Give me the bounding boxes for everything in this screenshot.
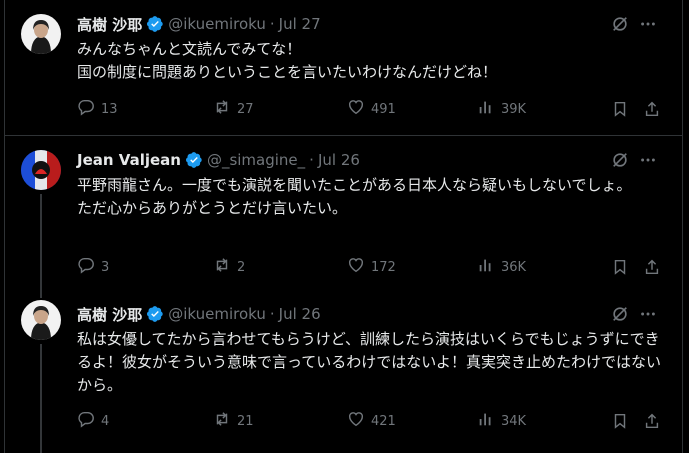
- retweet-count: 2: [237, 259, 246, 275]
- like-button[interactable]: 172: [347, 257, 396, 277]
- thread-line: [40, 284, 42, 298]
- tweet[interactable]: Jean Valjean @_simagine_ · Jul 26 平野雨龍さん…: [5, 136, 682, 290]
- grok-icon[interactable]: [611, 151, 629, 173]
- separator-dot: ·: [309, 151, 314, 169]
- reply-button[interactable]: 13: [77, 99, 118, 119]
- handle[interactable]: @ikuemiroku: [168, 15, 266, 33]
- retweet-icon: [213, 256, 231, 278]
- like-icon: [347, 98, 365, 120]
- like-icon: [347, 410, 365, 432]
- tweet-header: 高樹 沙耶 @ikuemiroku · Jul 26: [77, 304, 321, 324]
- tweet[interactable]: 高樹 沙耶 @ikuemiroku · Jul 26 私は女優してたから言わせて…: [5, 284, 682, 453]
- views-button[interactable]: 36K: [477, 257, 526, 277]
- display-name[interactable]: Jean Valjean: [77, 151, 181, 169]
- views-count: 36K: [501, 259, 527, 275]
- tweet-text: 私は女優してたから言わせてもらうけど、訓練したら演技はいくらでもじょうずにできる…: [77, 330, 661, 394]
- reply-icon: [77, 410, 95, 432]
- timestamp[interactable]: Jul 26: [318, 151, 360, 169]
- more-icon[interactable]: [639, 305, 657, 327]
- tweet-text: 平野雨龍さん。一度でも演説を聞いたことがある日本人なら疑いもしないでしょ。 ただ…: [77, 176, 632, 217]
- views-icon: [477, 256, 495, 278]
- reply-count: 13: [101, 101, 118, 117]
- reply-count: 4: [101, 413, 110, 429]
- retweet-button[interactable]: 27: [213, 99, 254, 119]
- like-icon: [347, 256, 365, 278]
- grok-icon[interactable]: [611, 15, 629, 37]
- separator-dot: ·: [269, 305, 275, 323]
- retweet-count: 21: [237, 413, 254, 429]
- like-count: 491: [371, 101, 396, 117]
- retweet-count: 27: [237, 101, 254, 117]
- separator-dot: ·: [269, 15, 275, 33]
- tweet-header: 高樹 沙耶 @ikuemiroku · Jul 27: [77, 14, 321, 34]
- verified-badge-icon: [146, 305, 164, 323]
- share-icon[interactable]: [643, 257, 661, 277]
- display-name[interactable]: 高樹 沙耶: [77, 14, 142, 35]
- tweet-actions: 13 27 491 39K: [77, 99, 667, 119]
- like-count: 421: [371, 413, 396, 429]
- views-icon: [477, 410, 495, 432]
- avatar[interactable]: [21, 300, 61, 340]
- share-icon[interactable]: [643, 99, 661, 119]
- retweet-button[interactable]: 21: [213, 411, 254, 431]
- views-button[interactable]: 34K: [477, 411, 526, 431]
- tweet-corner-actions: [611, 151, 657, 173]
- reply-count: 3: [101, 259, 110, 275]
- timestamp[interactable]: Jul 27: [279, 15, 321, 33]
- tweet[interactable]: 高樹 沙耶 @ikuemiroku · Jul 27 みんなちゃんと文読んでみて…: [5, 0, 682, 135]
- avatar[interactable]: [21, 150, 61, 190]
- thread-line: [40, 194, 42, 290]
- tweet-header: Jean Valjean @_simagine_ · Jul 26: [77, 150, 360, 170]
- reply-icon: [77, 98, 95, 120]
- like-button[interactable]: 421: [347, 411, 396, 431]
- bookmark-icon[interactable]: [611, 99, 629, 119]
- reply-button[interactable]: 4: [77, 411, 109, 431]
- tweet-actions: 4 21 421 34K: [77, 411, 667, 431]
- retweet-button[interactable]: 2: [213, 257, 245, 277]
- bookmark-icon[interactable]: [611, 257, 629, 277]
- retweet-icon: [213, 410, 231, 432]
- verified-badge-icon: [146, 15, 164, 33]
- reply-icon: [77, 256, 95, 278]
- display-name[interactable]: 高樹 沙耶: [77, 304, 142, 325]
- verified-badge-icon: [185, 151, 203, 169]
- retweet-icon: [213, 98, 231, 120]
- like-button[interactable]: 491: [347, 99, 396, 119]
- views-icon: [477, 98, 495, 120]
- bookmark-icon[interactable]: [611, 411, 629, 431]
- views-button[interactable]: 39K: [477, 99, 526, 119]
- tweet-actions: 3 2 172 36K: [77, 257, 667, 277]
- thread-line: [40, 344, 42, 453]
- avatar[interactable]: [21, 14, 61, 54]
- handle[interactable]: @_simagine_: [207, 151, 305, 169]
- timestamp[interactable]: Jul 26: [279, 305, 321, 323]
- views-count: 39K: [501, 101, 527, 117]
- handle[interactable]: @ikuemiroku: [168, 305, 266, 323]
- more-icon[interactable]: [639, 15, 657, 37]
- tweet-corner-actions: [611, 15, 657, 37]
- share-icon[interactable]: [643, 411, 661, 431]
- like-count: 172: [371, 259, 396, 275]
- views-count: 34K: [501, 413, 527, 429]
- timeline: 高樹 沙耶 @ikuemiroku · Jul 27 みんなちゃんと文読んでみて…: [4, 0, 683, 453]
- tweet-text: みんなちゃんと文読んでみてな！ 国の制度に問題ありということを言いたいわけなんだ…: [77, 40, 498, 81]
- more-icon[interactable]: [639, 151, 657, 173]
- tweet-corner-actions: [611, 305, 657, 327]
- grok-icon[interactable]: [611, 305, 629, 327]
- reply-button[interactable]: 3: [77, 257, 109, 277]
